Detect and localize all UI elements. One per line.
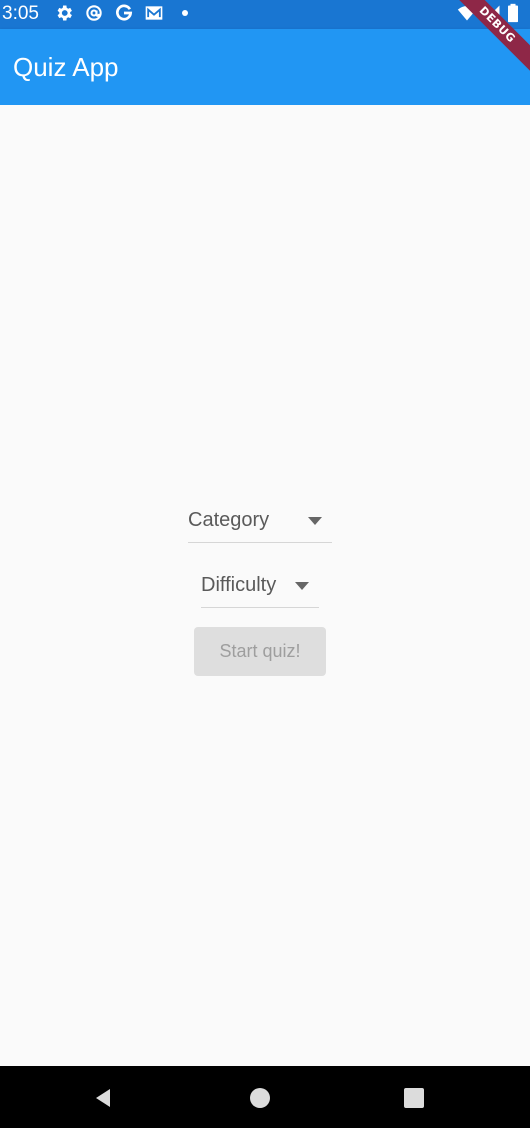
dropdown-arrow-icon [295, 582, 309, 590]
dropdown-arrow-icon [308, 517, 322, 525]
gmail-icon [144, 3, 164, 23]
difficulty-dropdown[interactable]: Difficulty [201, 572, 319, 608]
status-bar: 3:05 [0, 0, 530, 29]
home-circle-icon[interactable] [249, 1087, 271, 1109]
difficulty-dropdown-label: Difficulty [201, 574, 277, 596]
app-title: Quiz App [13, 52, 119, 82]
back-triangle-icon[interactable] [92, 1087, 114, 1109]
status-time: 3:05 [2, 3, 39, 24]
app-bar: Quiz App [0, 29, 530, 105]
category-dropdown-label: Category [188, 509, 270, 531]
signal-icon [482, 3, 502, 23]
notification-dot-icon [180, 3, 190, 23]
main-content: Category Difficulty Start quiz! [0, 105, 530, 1066]
gear-icon [54, 3, 74, 23]
recents-square-icon[interactable] [403, 1087, 425, 1109]
wifi-icon [456, 3, 478, 23]
start-quiz-button[interactable]: Start quiz! [194, 627, 326, 676]
nav-bar [0, 1066, 530, 1128]
google-g-icon [114, 3, 134, 23]
at-sign-icon [84, 3, 104, 23]
category-dropdown[interactable]: Category [188, 507, 332, 543]
battery-icon [506, 3, 520, 23]
